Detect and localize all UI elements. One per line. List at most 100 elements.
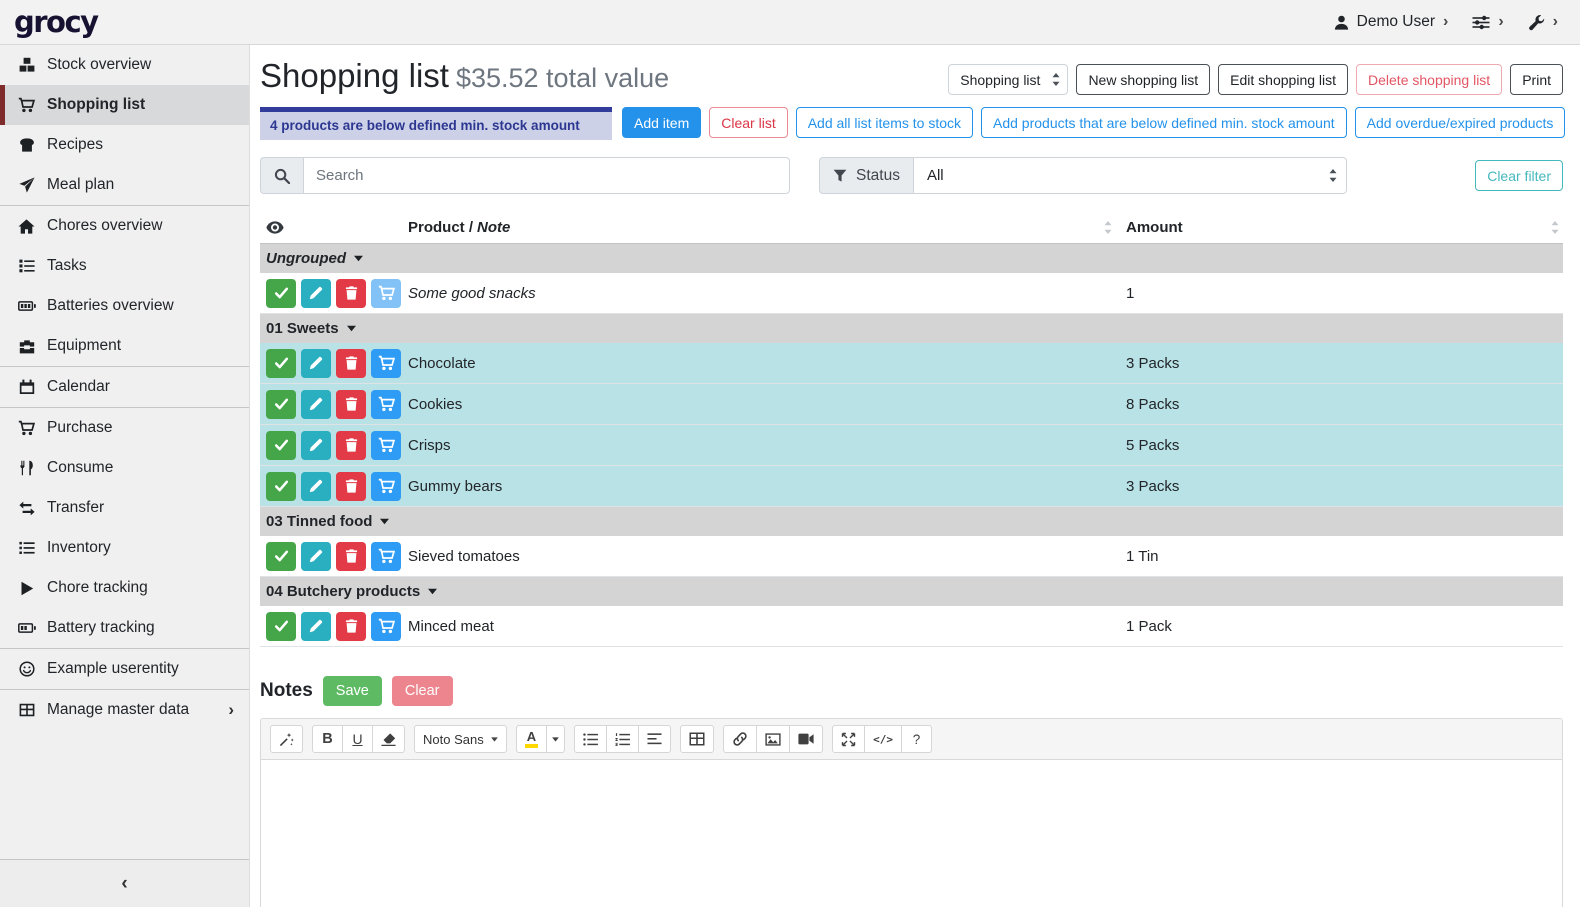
save-notes-button[interactable]: Save (323, 676, 382, 706)
user-menu[interactable]: Demo User › (1334, 13, 1449, 31)
settings-menu[interactable]: › (1472, 14, 1503, 30)
group-header-ungrouped[interactable]: Ungrouped (260, 244, 1563, 273)
cart-icon (378, 396, 395, 412)
delete-item-button[interactable] (336, 542, 366, 571)
magic-button[interactable] (270, 725, 303, 753)
sidebar-item-label: Batteries overview (47, 297, 174, 315)
edit-item-button[interactable] (301, 431, 331, 460)
insert-link-button[interactable] (723, 725, 757, 753)
add-to-stock-button[interactable] (371, 431, 401, 460)
group-header-03-tinned-food[interactable]: 03 Tinned food (260, 507, 1563, 536)
sidebar-item-consume[interactable]: Consume (0, 448, 249, 488)
editor-area[interactable] (261, 760, 1562, 907)
add-to-stock-button[interactable] (371, 279, 401, 308)
sidebar-item-purchase[interactable]: Purchase (0, 408, 249, 448)
fullscreen-button[interactable] (832, 725, 865, 753)
font-family-select[interactable]: Noto Sans (414, 725, 507, 753)
add-to-stock-button[interactable] (371, 390, 401, 419)
sidebar-item-label: Recipes (47, 136, 103, 154)
row-actions (266, 390, 408, 419)
group-header-01-sweets[interactable]: 01 Sweets (260, 314, 1563, 343)
mark-done-button[interactable] (266, 390, 296, 419)
clear-formatting-button[interactable] (372, 725, 405, 753)
delete-shopping-list-button[interactable]: Delete shopping list (1356, 64, 1502, 95)
sidebar-item-chores-overview[interactable]: Chores overview (0, 206, 249, 246)
admin-menu[interactable]: › (1528, 14, 1558, 31)
underline-button[interactable]: U (342, 725, 373, 753)
eye-icon[interactable] (266, 221, 284, 234)
edit-item-button[interactable] (301, 542, 331, 571)
code-view-button[interactable]: </> (864, 725, 902, 753)
sidebar-item-battery-tracking[interactable]: Battery tracking (0, 608, 249, 648)
sidebar-collapse-button[interactable]: ‹ (0, 859, 249, 907)
insert-table-button[interactable] (680, 725, 714, 753)
print-button[interactable]: Print (1510, 64, 1563, 95)
sidebar-item-label: Chores overview (47, 217, 162, 235)
edit-item-button[interactable] (301, 390, 331, 419)
shopping-list-select[interactable]: Shopping list (948, 64, 1068, 95)
sidebar-item-stock-overview[interactable]: Stock overview (0, 45, 249, 85)
insert-picture-button[interactable] (756, 725, 790, 753)
ordered-list-button[interactable] (606, 725, 639, 753)
status-select[interactable]: All (913, 157, 1347, 194)
new-shopping-list-button[interactable]: New shopping list (1076, 64, 1210, 95)
help-button[interactable]: ? (901, 725, 932, 753)
paragraph-align-button[interactable] (638, 725, 671, 753)
delete-item-button[interactable] (336, 279, 366, 308)
toolbar-group (723, 725, 823, 753)
mark-done-button[interactable] (266, 612, 296, 641)
edit-item-button[interactable] (301, 279, 331, 308)
group-header-04-butchery-products[interactable]: 04 Butchery products (260, 577, 1563, 606)
sidebar-item-tasks[interactable]: Tasks (0, 246, 249, 286)
bold-button[interactable]: B (312, 725, 343, 753)
sidebar-item-manage-master-data[interactable]: Manage master data› (0, 690, 249, 730)
add-all-to-stock-button[interactable]: Add all list items to stock (796, 107, 973, 138)
clear-filter-button[interactable]: Clear filter (1475, 160, 1563, 191)
edit-shopping-list-button[interactable]: Edit shopping list (1218, 64, 1348, 95)
mark-done-button[interactable] (266, 279, 296, 308)
edit-item-button[interactable] (301, 612, 331, 641)
sidebar-item-transfer[interactable]: Transfer (0, 488, 249, 528)
min-stock-alert[interactable]: 4 products are below defined min. stock … (260, 107, 612, 140)
sidebar-item-meal-plan[interactable]: Meal plan (0, 165, 249, 205)
add-to-stock-button[interactable] (371, 349, 401, 378)
amount-column-header[interactable]: Amount (1126, 219, 1563, 236)
insert-video-button[interactable] (789, 725, 823, 753)
add-to-stock-button[interactable] (371, 472, 401, 501)
mark-done-button[interactable] (266, 542, 296, 571)
delete-item-button[interactable] (336, 390, 366, 419)
clear-list-button[interactable]: Clear list (709, 107, 787, 138)
delete-item-button[interactable] (336, 431, 366, 460)
sidebar-item-equipment[interactable]: Equipment (0, 326, 249, 366)
mark-done-button[interactable] (266, 349, 296, 378)
mark-done-button[interactable] (266, 431, 296, 460)
edit-item-button[interactable] (301, 349, 331, 378)
mark-done-button[interactable] (266, 472, 296, 501)
add-item-button[interactable]: Add item (622, 107, 701, 138)
shopping-list-row-cookies: Cookies8 Packs (260, 384, 1563, 425)
sidebar-item-shopping-list[interactable]: Shopping list (0, 85, 249, 125)
product-column-header[interactable]: Product / Note (408, 219, 1126, 236)
unordered-list-button[interactable] (574, 725, 607, 753)
product-name: Minced meat (408, 618, 1126, 635)
text-color-caret[interactable] (546, 725, 565, 753)
grocy-logo[interactable]: grocy (14, 5, 98, 39)
delete-item-button[interactable] (336, 612, 366, 641)
sidebar-item-inventory[interactable]: Inventory (0, 528, 249, 568)
text-color-button[interactable]: A (516, 725, 547, 753)
sidebar-item-batteries-overview[interactable]: Batteries overview (0, 286, 249, 326)
add-to-stock-button[interactable] (371, 542, 401, 571)
add-overdue-button[interactable]: Add overdue/expired products (1355, 107, 1566, 138)
sidebar-item-recipes[interactable]: Recipes (0, 125, 249, 165)
sidebar-item-chore-tracking[interactable]: Chore tracking (0, 568, 249, 608)
add-below-min-button[interactable]: Add products that are below defined min.… (981, 107, 1347, 138)
edit-item-button[interactable] (301, 472, 331, 501)
search-input[interactable] (303, 157, 790, 194)
sidebar-item-calendar[interactable]: Calendar (0, 367, 249, 407)
delete-item-button[interactable] (336, 349, 366, 378)
sidebar-item-example-userentity[interactable]: Example userentity (0, 649, 249, 689)
delete-item-button[interactable] (336, 472, 366, 501)
add-to-stock-button[interactable] (371, 612, 401, 641)
clear-notes-button[interactable]: Clear (392, 676, 453, 706)
filter-row: Status All Clear filter (260, 157, 1563, 194)
